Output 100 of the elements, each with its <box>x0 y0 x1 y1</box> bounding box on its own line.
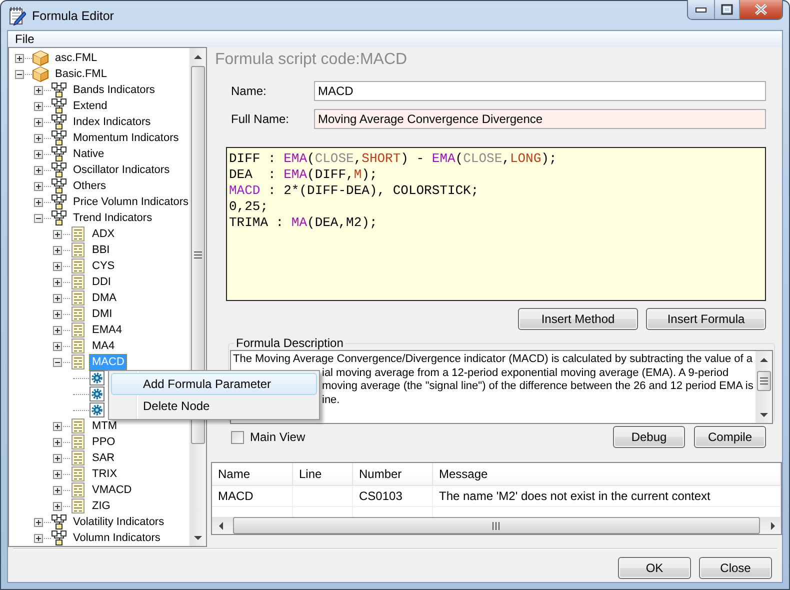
expander-toggle[interactable] <box>34 214 43 222</box>
tree-item[interactable]: SAR <box>89 450 118 466</box>
code-editor[interactable]: DIFF : EMA(CLOSE,SHORT) - EMA(CLOSE,LONG); DEA : EMA(DIFF,M); MACD : 2*(DIFF-DEA), COLORSTICK; 0,25; TRIMA : MA(DEA,M2); <box>226 147 766 301</box>
expander-toggle[interactable] <box>53 422 62 430</box>
expander-toggle[interactable] <box>34 518 43 526</box>
hierarchy-icon <box>51 98 67 114</box>
scroll-right-arrow-icon <box>768 522 776 530</box>
table-cell: The name 'M2' does not exist in the current context <box>433 486 781 507</box>
expander-toggle[interactable] <box>53 326 62 334</box>
code-button[interactable]: Insert Formula <box>646 308 766 330</box>
expander-toggle[interactable] <box>34 150 43 158</box>
expander-toggle[interactable] <box>34 198 43 206</box>
tree-item[interactable]: PPO <box>89 434 118 450</box>
expander-toggle[interactable] <box>53 230 62 238</box>
expander-toggle[interactable] <box>53 486 62 494</box>
scroll-up-arrow-icon <box>193 52 203 60</box>
tree-item[interactable]: CYS <box>89 258 118 274</box>
expander-toggle[interactable] <box>34 182 43 190</box>
tree-item[interactable]: MTM <box>89 418 120 434</box>
description-text: ial moving average from a 12-period exponential moving average (EMA). A 9-period <box>322 366 729 380</box>
scrollbar-thumb[interactable] <box>757 371 772 391</box>
tree-item[interactable]: DMA <box>89 290 120 306</box>
expander-toggle[interactable] <box>34 86 43 94</box>
vertical-scrollbar[interactable] <box>755 351 772 423</box>
expander-toggle[interactable] <box>53 262 62 270</box>
tree-item[interactable]: TRIX <box>89 466 120 482</box>
minimize-button[interactable] <box>688 0 714 19</box>
tree-item[interactable]: Bands Indicators <box>70 82 158 98</box>
menu-item[interactable]: File <box>9 32 40 46</box>
tree-item[interactable]: EMA4 <box>89 322 125 338</box>
tree-item[interactable]: DMI <box>89 306 116 322</box>
tree-item[interactable]: Oscillator Indicators <box>70 162 173 178</box>
table-cell: CS0103 <box>353 486 433 507</box>
expander-toggle[interactable] <box>53 294 62 302</box>
notepad-pencil-icon <box>8 6 26 26</box>
expander-toggle[interactable] <box>15 70 24 78</box>
tree-item[interactable]: Momentum Indicators <box>70 130 182 146</box>
expander-toggle[interactable] <box>34 134 43 142</box>
code-button[interactable]: Insert Method <box>518 308 638 330</box>
action-button[interactable]: Compile <box>694 426 766 448</box>
description-text: moving average (the "signal line") of the difference between the 26 and 12 period EMA is <box>322 380 754 394</box>
expander-toggle[interactable] <box>34 102 43 110</box>
close-button[interactable] <box>739 0 782 19</box>
expander-toggle[interactable] <box>53 342 62 350</box>
tree-item[interactable]: asc.FML <box>52 50 100 66</box>
maximize-icon <box>721 4 733 15</box>
expander-toggle[interactable] <box>34 118 43 126</box>
tree-item[interactable]: Volatility Indicators <box>70 514 168 530</box>
tree-item[interactable]: Volumn Indicators <box>70 530 164 546</box>
tree-item[interactable]: BBI <box>89 242 113 258</box>
tree-item[interactable]: ADX <box>89 226 118 242</box>
hierarchy-icon <box>51 178 67 194</box>
hierarchy-icon <box>51 162 67 178</box>
code-line: 0,25; <box>229 199 270 215</box>
column-header[interactable]: Number <box>353 463 433 486</box>
menu-item[interactable]: Add Formula Parameter <box>111 373 317 395</box>
expander-toggle[interactable] <box>53 470 62 478</box>
column-header[interactable]: Line <box>293 463 353 486</box>
code-line: DIFF : EMA(CLOSE,SHORT) - EMA(CLOSE,LONG); <box>229 151 558 167</box>
expander-toggle[interactable] <box>53 438 62 446</box>
hierarchy-icon <box>51 146 67 162</box>
dialog-button[interactable]: OK <box>618 557 691 579</box>
tree-item[interactable]: Extend <box>70 98 110 114</box>
tree-item[interactable]: Index Indicators <box>70 114 154 130</box>
panel-heading: Formula script code:MACD <box>215 51 408 70</box>
expander-toggle[interactable] <box>34 166 43 174</box>
minimize-icon <box>695 6 707 12</box>
description-text: The Moving Average Convergence/Divergence indicator (MACD) is calculated by subtracting the value of a <box>233 353 753 366</box>
description-text: ine. <box>322 394 340 407</box>
column-header[interactable]: Message <box>433 463 781 486</box>
dialog-button[interactable]: Close <box>699 557 772 579</box>
expander-toggle[interactable] <box>15 54 24 62</box>
close-icon <box>754 4 768 15</box>
tree-item[interactable]: Native <box>70 146 108 162</box>
expander-toggle[interactable] <box>53 358 62 366</box>
scroll-left-arrow-icon <box>216 522 224 530</box>
menu-item[interactable]: Delete Node <box>111 395 317 417</box>
tree-item[interactable]: DDI <box>89 274 114 290</box>
scroll-up-arrow-icon <box>759 356 770 364</box>
expander-toggle[interactable] <box>53 454 62 462</box>
tree-item[interactable]: VMACD <box>89 482 135 498</box>
expander-toggle[interactable] <box>53 502 62 510</box>
maximize-button[interactable] <box>714 0 739 19</box>
expander-toggle[interactable] <box>34 534 43 542</box>
code-line: TRIMA : MA(DEA,M2); <box>229 215 378 231</box>
tree-item[interactable]: Price Volumn Indicators <box>70 194 189 210</box>
cube-icon <box>32 66 49 82</box>
expander-toggle[interactable] <box>53 278 62 286</box>
tree-item[interactable]: Basic.FML <box>52 66 110 82</box>
tree-item[interactable]: ZIG <box>89 498 114 514</box>
expander-toggle[interactable] <box>53 310 62 318</box>
tree-item[interactable]: Others <box>70 178 110 194</box>
tree-item[interactable]: Trend Indicators <box>70 210 156 226</box>
action-button[interactable]: Debug <box>613 426 685 448</box>
tree-item[interactable]: MA4 <box>89 338 118 354</box>
column-header[interactable]: Name <box>212 463 293 486</box>
text-field[interactable]: Moving Average Convergence Divergence <box>314 109 766 129</box>
text-field[interactable]: MACD <box>314 81 766 101</box>
main-view-checkbox[interactable] <box>231 430 244 444</box>
expander-toggle[interactable] <box>53 246 62 254</box>
